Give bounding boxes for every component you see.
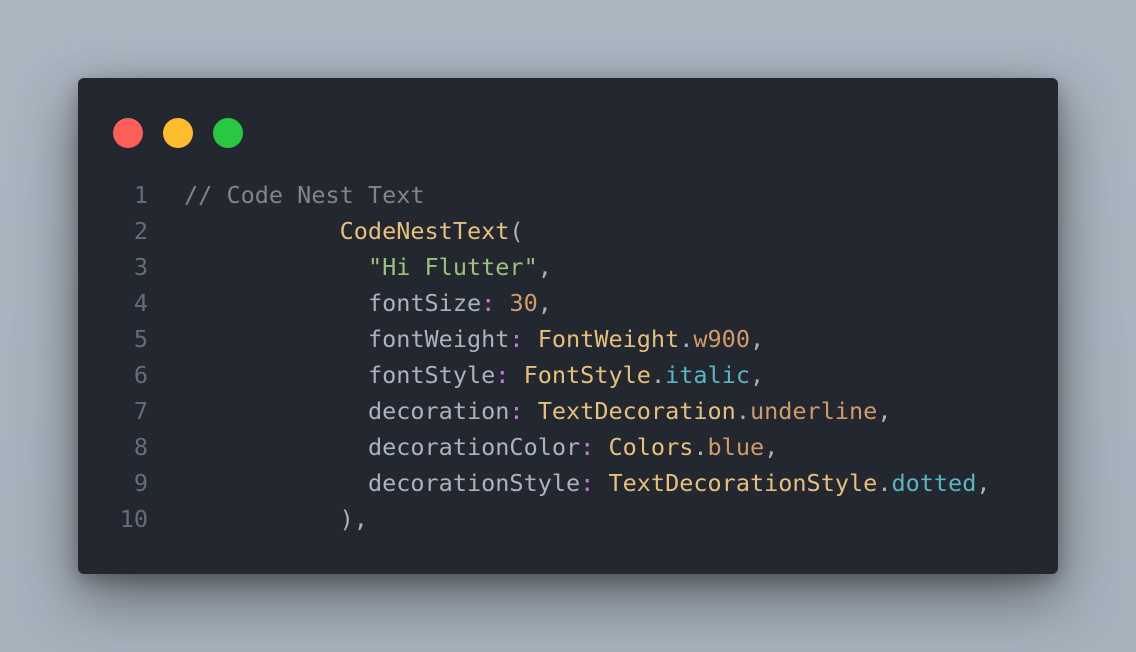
line-number: 6 [133,361,148,389]
code-token-class: FontStyle [523,361,651,389]
line-number: 8 [133,433,148,461]
code-token-member: underline [749,397,878,425]
code-token-colon: : [580,433,595,461]
code-token-punc: . [679,325,694,353]
code-text: ), [184,501,368,537]
code-token-punc: , [749,361,765,389]
code-line: 3 "Hi Flutter", [78,249,1058,285]
code-token-class: CodeNestText [339,217,510,245]
line-number: 10 [119,505,148,533]
line-number: 3 [133,253,148,281]
code-text: fontSize: 30, [184,285,552,321]
code-token-punc: , [764,433,779,461]
code-text: // Code Nest Text [184,177,425,213]
code-line: 1 // Code Nest Text [78,177,1058,213]
code-token-punc [524,325,538,353]
code-line: 7 decoration: TextDecoration.underline, [78,393,1058,429]
code-window: 1// Code Nest Text 2 CodeNestText(3 "Hi F… [78,78,1058,574]
code-token-punc: ( [509,217,524,245]
code-editor[interactable]: 1// Code Nest Text 2 CodeNestText(3 "Hi F… [78,177,1058,537]
code-token-member: blue [707,433,765,461]
code-token-punc: , [537,253,552,281]
code-token-num: 30 [509,289,538,317]
code-text: fontWeight: FontWeight.w900, [184,321,764,357]
code-token-punc [594,433,608,461]
code-token-colon: : [495,361,510,389]
code-token-class: Colors [608,433,694,461]
line-number: 4 [133,289,148,317]
code-token-punc: , [877,397,892,425]
code-token-punc: . [877,469,892,497]
code-text: decorationStyle: TextDecorationStyle.dot… [184,465,991,501]
code-text: fontStyle: FontStyle.italic, [184,357,764,393]
code-token-prop: decorationStyle [367,469,581,497]
code-token-colon: : [481,289,496,317]
code-line: 2 CodeNestText( [78,213,1058,249]
code-line: 5 fontWeight: FontWeight.w900, [78,321,1058,357]
code-token-cyan: italic [665,361,750,389]
line-number: 2 [133,217,148,245]
code-token-punc: . [735,397,750,425]
code-text: CodeNestText( [184,213,524,249]
code-line: 10 ), [78,501,1058,537]
code-token-prop: fontSize [367,289,482,317]
code-token-punc: , [976,469,991,497]
code-text: decoration: TextDecoration.underline, [184,393,892,429]
code-token-punc [495,289,509,317]
code-token-punc [509,361,523,389]
code-token-colon: : [580,469,595,497]
code-token-str: "Hi Flutter" [367,253,538,281]
code-line: 8 decorationColor: Colors.blue, [78,429,1058,465]
code-token-prop: decoration [367,397,510,425]
code-token-punc: , [749,325,765,353]
code-token-comment: // Code Nest Text [184,181,425,209]
code-token-punc: . [650,361,666,389]
code-line: 6 fontStyle: FontStyle.italic, [78,357,1058,393]
code-text: decorationColor: Colors.blue, [184,429,778,465]
close-button[interactable] [113,118,143,148]
line-number: 9 [133,469,148,497]
code-token-prop: decorationColor [367,433,581,461]
line-number: 7 [133,397,148,425]
code-token-punc: , [537,289,552,317]
code-line: 4 fontSize: 30, [78,285,1058,321]
code-token-prop: fontStyle [367,361,496,389]
line-number: 5 [133,325,148,353]
code-token-colon: : [509,397,524,425]
code-token-class: FontWeight [537,325,680,353]
code-token-class: TextDecoration [537,397,736,425]
code-token-prop: fontWeight [367,325,510,353]
code-token-punc [524,397,538,425]
code-text: "Hi Flutter", [184,249,552,285]
minimize-button[interactable] [163,118,193,148]
code-token-cyan: dotted [891,469,977,497]
maximize-button[interactable] [213,118,243,148]
code-token-member: w900 [693,325,750,353]
code-token-colon: : [509,325,524,353]
code-line: 9 decorationStyle: TextDecorationStyle.d… [78,465,1058,501]
code-token-punc: ), [339,505,368,533]
line-number: 1 [133,181,148,209]
code-token-class: TextDecorationStyle [608,469,878,497]
code-token-punc [594,469,608,497]
code-token-punc: . [693,433,708,461]
window-controls [113,118,243,148]
